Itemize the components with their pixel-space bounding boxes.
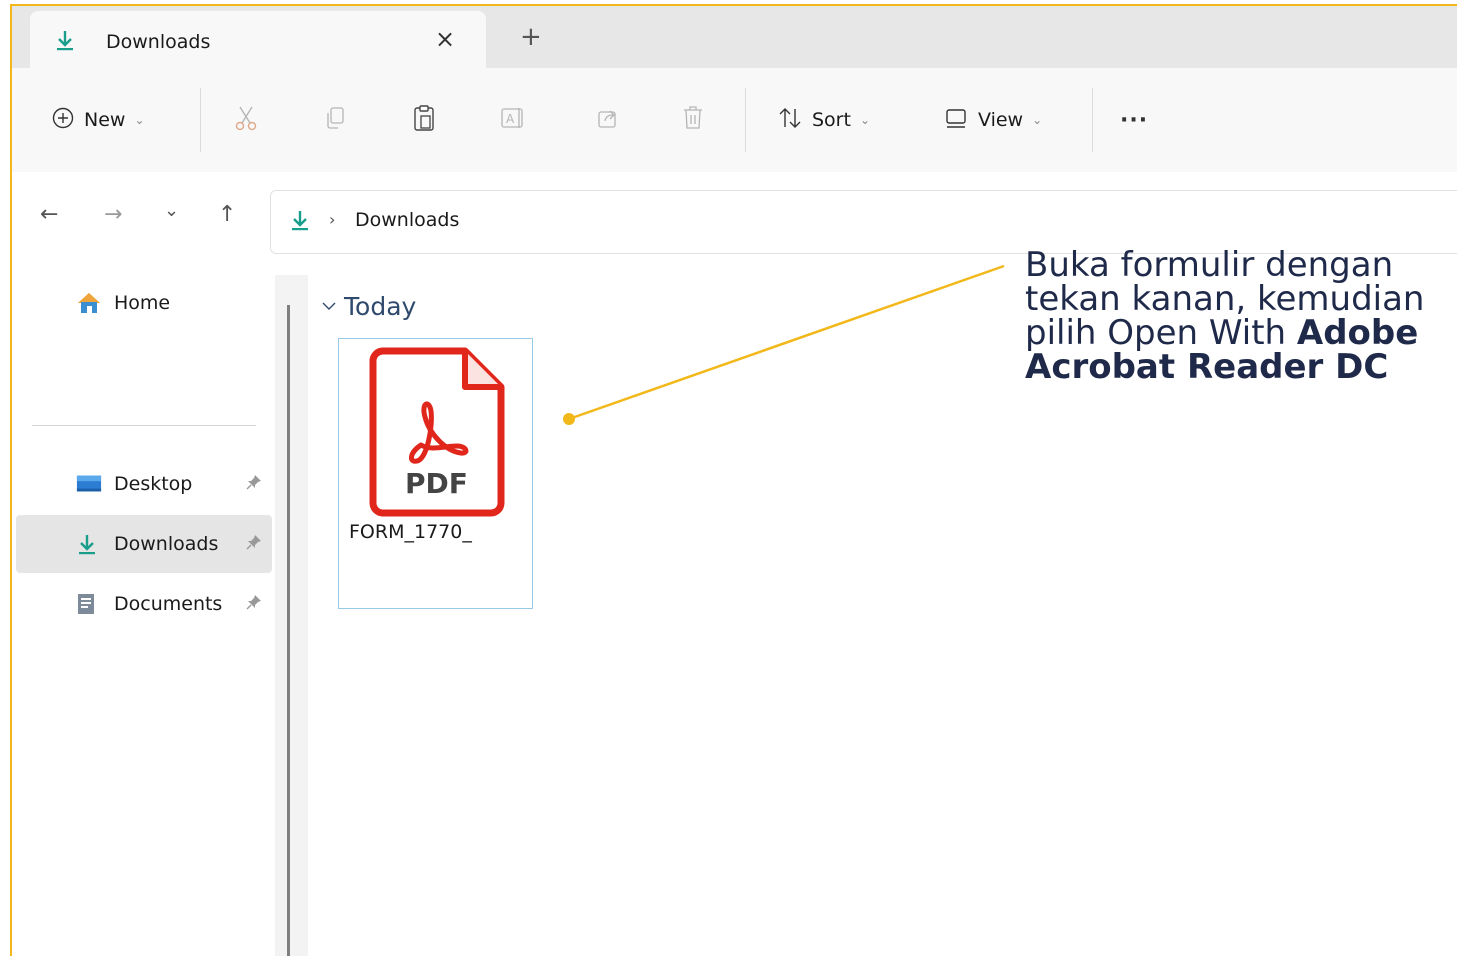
callout-line-2: tekan kanan, kemudian [1025, 279, 1425, 319]
callout-line-1: Buka formulir dengan [1025, 245, 1394, 285]
tab-bar: Downloads × + [12, 6, 1457, 68]
view-label: View [978, 109, 1024, 131]
chevron-down-icon [322, 299, 336, 315]
delete-icon [682, 105, 704, 135]
share-icon [596, 106, 620, 134]
command-bar: New ⌄ A Sort ⌄ View ⌄ ··· [12, 68, 1457, 173]
sort-icon [778, 107, 802, 133]
toolbar-divider [745, 88, 746, 152]
group-label: Today [344, 292, 417, 321]
sidebar-scrollbar-thumb[interactable] [287, 305, 290, 956]
up-button[interactable]: ↑ [218, 204, 236, 226]
callout-line-3: pilih Open With Adobe [1025, 316, 1457, 350]
toolbar-divider [1092, 88, 1093, 152]
new-label: New [84, 109, 126, 131]
cut-button[interactable] [234, 68, 258, 172]
file-name: FORM_1770_ [349, 521, 472, 543]
forward-button[interactable]: → [104, 204, 122, 226]
sidebar-item-desktop[interactable]: Desktop [16, 455, 272, 513]
sidebar-scrollbar-track[interactable] [275, 275, 308, 956]
sidebar-divider [32, 425, 256, 426]
download-icon [54, 29, 76, 55]
documents-icon [76, 593, 102, 615]
cut-icon [234, 105, 258, 135]
plus-circle-icon [52, 107, 74, 133]
view-button[interactable]: View ⌄ [944, 68, 1042, 172]
breadcrumb-separator: › [329, 210, 336, 229]
new-tab-button[interactable]: + [520, 24, 542, 50]
sidebar-item-label: Desktop [114, 473, 193, 495]
rename-icon: A [500, 106, 526, 134]
sidebar-item-label: Downloads [114, 533, 219, 555]
chevron-down-icon: ⌄ [1032, 113, 1043, 127]
download-icon [76, 533, 102, 555]
file-item[interactable]: PDF FORM_1770_ [338, 338, 533, 609]
more-icon: ··· [1120, 107, 1149, 133]
home-icon [76, 291, 102, 315]
pin-icon[interactable] [246, 534, 262, 554]
rename-button[interactable]: A [500, 68, 526, 172]
navigation-pane: Home Desktop Downloads Documents [12, 268, 274, 956]
tab-title: Downloads [106, 31, 211, 53]
new-button[interactable]: New ⌄ [52, 68, 145, 172]
paste-button[interactable] [412, 68, 436, 172]
sidebar-item-downloads[interactable]: Downloads [16, 515, 272, 573]
callout-line-4: Acrobat Reader DC [1025, 350, 1457, 384]
desktop-icon [76, 473, 102, 495]
pdf-icon-text: PDF [405, 467, 468, 500]
sidebar-item-documents[interactable]: Documents [16, 575, 272, 633]
download-icon [289, 209, 311, 235]
sort-button[interactable]: Sort ⌄ [778, 68, 870, 172]
copy-button[interactable] [324, 68, 346, 172]
svg-text:A: A [506, 112, 515, 126]
share-button[interactable] [596, 68, 620, 172]
close-tab-icon[interactable]: × [435, 25, 455, 53]
view-icon [944, 107, 968, 133]
back-button[interactable]: ← [40, 204, 58, 226]
toolbar-divider [200, 88, 201, 152]
group-header-today[interactable]: Today [322, 292, 416, 321]
pdf-file-icon: PDF [369, 347, 505, 521]
recent-locations-button[interactable]: ⌄ [164, 200, 179, 222]
pin-icon[interactable] [246, 594, 262, 614]
chevron-down-icon: ⌄ [859, 113, 871, 127]
copy-icon [324, 106, 346, 134]
sidebar-item-home[interactable]: Home [16, 274, 272, 332]
breadcrumb-downloads[interactable]: Downloads [355, 209, 459, 231]
delete-button[interactable] [682, 68, 704, 172]
tab-downloads[interactable]: Downloads × [30, 11, 486, 68]
chevron-down-icon: ⌄ [134, 113, 145, 127]
callout-bold-app: Acrobat Reader DC [1025, 347, 1389, 387]
instruction-callout: Buka formulir dengan tekan kanan, kemudi… [1025, 248, 1457, 384]
sort-label: Sort [812, 109, 851, 131]
sidebar-item-label: Documents [114, 593, 223, 615]
more-options-button[interactable]: ··· [1120, 68, 1148, 172]
sidebar-item-label: Home [114, 292, 171, 314]
pin-icon[interactable] [246, 474, 262, 494]
paste-icon [412, 104, 436, 136]
